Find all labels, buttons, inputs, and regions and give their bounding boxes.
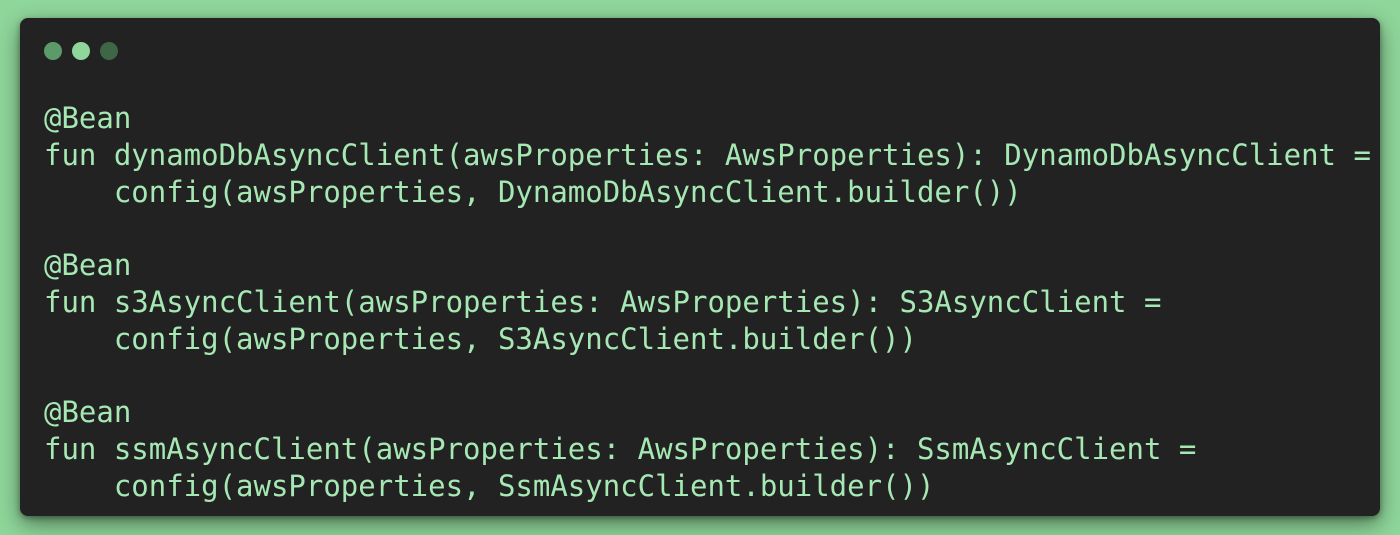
code-line: @Bean [44,395,132,430]
code-window: @Bean fun dynamoDbAsyncClient(awsProperti… [20,18,1380,516]
code-line: @Bean [44,101,132,135]
minimize-dot[interactable] [72,42,90,60]
code-line: @Bean [44,248,132,283]
code-line: config(awsProperties, DynamoDbAsyncClien… [44,174,1022,209]
close-dot[interactable] [44,42,62,60]
window-controls [44,42,118,60]
code-block: @Bean fun dynamoDbAsyncClient(awsProperti… [44,100,1371,505]
code-line: fun dynamoDbAsyncClient(awsProperties: A… [44,137,1371,172]
code-line: fun ssmAsyncClient(awsProperties: AwsPro… [44,432,1197,467]
code-line: fun s3AsyncClient(awsProperties: AwsProp… [44,284,1162,319]
code-line: config(awsProperties, S3AsyncClient.buil… [44,321,917,356]
maximize-dot[interactable] [100,42,118,60]
code-line: config(awsProperties, SsmAsyncClient.bui… [44,468,935,503]
